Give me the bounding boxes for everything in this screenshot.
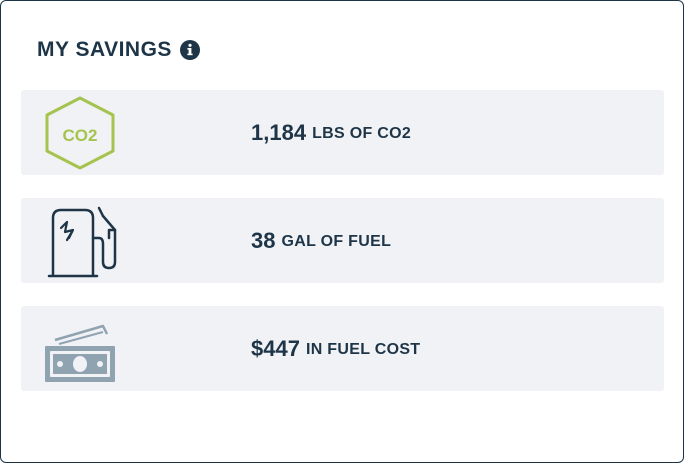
co2-unit: LBS OF CO2 — [312, 125, 412, 142]
fuel-value: 38 — [251, 227, 276, 253]
fuel-unit: GAL OF FUEL — [281, 233, 392, 250]
co2-value: 1,184 — [251, 119, 307, 145]
card-title: MY SAVINGS — [37, 38, 172, 61]
fuel-pump-icon — [41, 204, 119, 278]
savings-row-co2: CO2 1,184 LBS OF CO2 — [21, 90, 664, 175]
savings-header: MY SAVINGS — [37, 35, 200, 65]
co2-hexagon-icon: CO2 — [41, 96, 119, 170]
cash-icon — [41, 312, 119, 386]
fuel-savings-text: 38 GAL OF FUEL — [251, 198, 391, 283]
cost-savings-text: $447 IN FUEL COST — [251, 306, 420, 391]
savings-row-cost: $447 IN FUEL COST — [21, 306, 664, 391]
cost-value: $447 — [251, 335, 300, 361]
co2-savings-text: 1,184 LBS OF CO2 — [251, 90, 411, 175]
info-circle-icon[interactable] — [179, 40, 200, 60]
cost-unit: IN FUEL COST — [305, 341, 421, 358]
savings-row-fuel: 38 GAL OF FUEL — [21, 198, 664, 283]
savings-card: MY SAVINGS CO2 1,184 LBS OF CO2 38 GAL O… — [0, 0, 684, 463]
co2-icon-label: CO2 — [63, 126, 98, 145]
